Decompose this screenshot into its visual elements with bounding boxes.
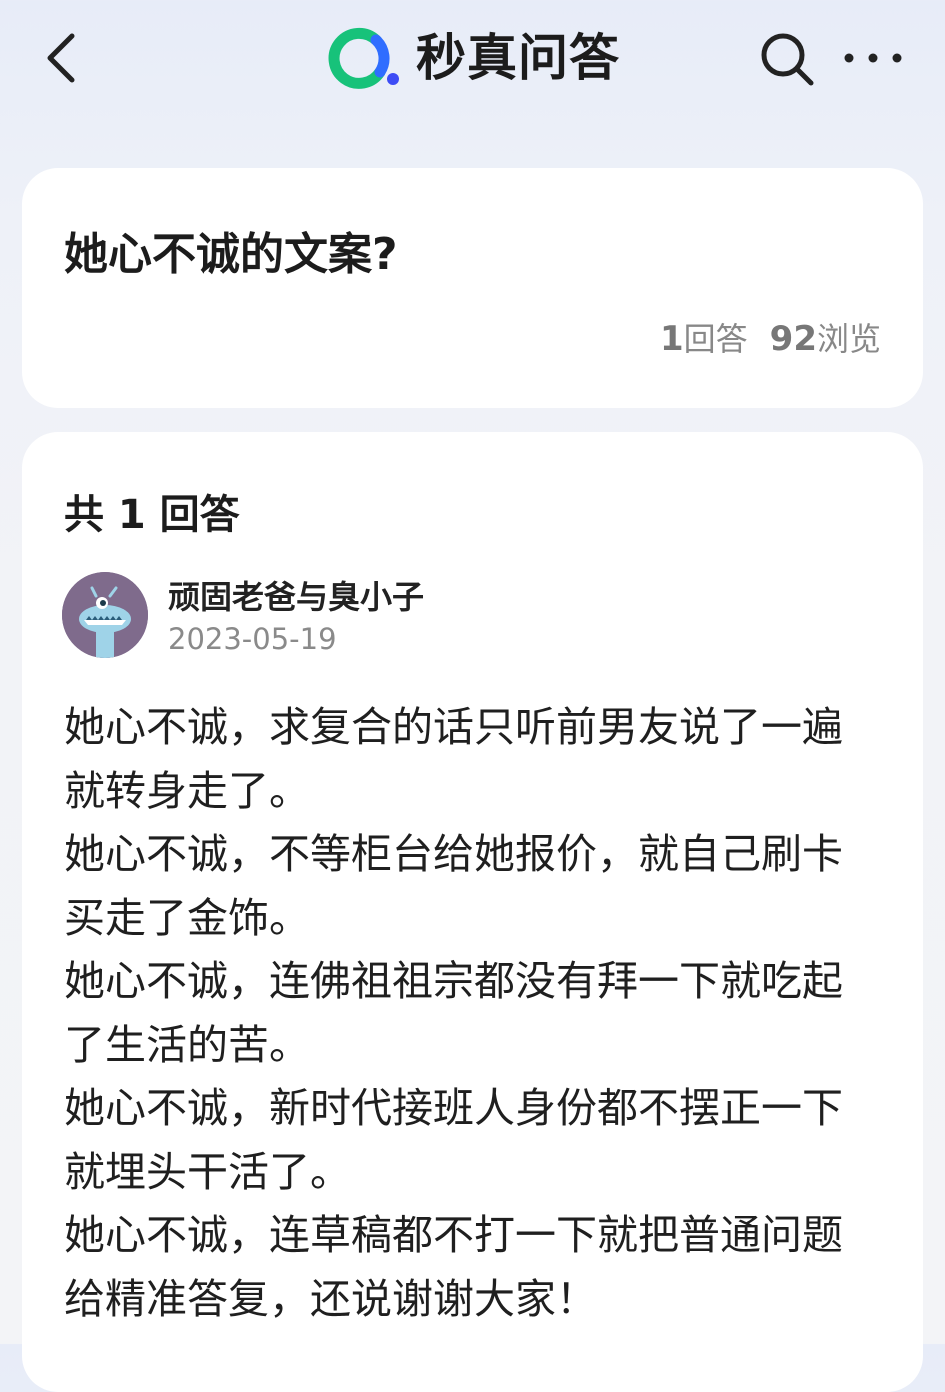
- answer-text-line: 买走了金饰。: [64, 893, 310, 942]
- answer-text-line: 她心不诚，求复合的话只听前男友说了一遍: [64, 703, 843, 751]
- answer-text-line: 她心不诚，连佛祖祖宗都没有拜一下就吃起: [64, 957, 843, 1005]
- answer-text-line: 就转身走了。: [64, 766, 310, 815]
- answer-count-label: 回答: [683, 320, 748, 358]
- answers-card: 共 1 回答 顽固老爸与臭小子 2023-05-19 她心不诚，求复合的话只听前…: [22, 432, 923, 1392]
- question-title: 她心不诚的文案?: [64, 229, 398, 280]
- question-card: 她心不诚的文案? 1回答 92浏览: [22, 168, 923, 408]
- answer-text-line: 她心不诚，不等柜台给她报价，就自己刷卡: [64, 830, 843, 878]
- top-navigation-bar: 秒真问答: [0, 0, 945, 120]
- author-name[interactable]: 顽固老爸与臭小子: [168, 572, 424, 618]
- back-button[interactable]: [36, 28, 92, 88]
- search-button[interactable]: [756, 28, 818, 90]
- answer-text-line: 给精准答复，还说谢谢大家！: [64, 1274, 597, 1323]
- answer-text-line: 她心不诚，新时代接班人身份都不摆正一下: [64, 1084, 843, 1132]
- question-stats: 1回答 92浏览: [660, 314, 881, 360]
- avatar[interactable]: [62, 572, 148, 658]
- search-icon: [761, 33, 814, 86]
- app-name: 秒真问答: [416, 29, 620, 87]
- more-dots-icon: [844, 53, 902, 63]
- monster-avatar-icon: [62, 572, 148, 658]
- answer-text-line: 就埋头干活了。: [64, 1147, 351, 1196]
- more-button[interactable]: [838, 36, 908, 80]
- chevron-left-icon: [47, 33, 75, 83]
- answer-body: 她心不诚，求复合的话只听前男友说了一遍 就转身走了。 她心不诚，不等柜台给她报价…: [64, 696, 884, 1331]
- answers-heading: 共 1 回答: [64, 492, 240, 538]
- view-count-label: 浏览: [816, 320, 881, 358]
- answer-date: 2023-05-19: [168, 622, 337, 656]
- app-logo: 秒真问答: [322, 26, 620, 90]
- answer-text-line: 了生活的苦。: [64, 1020, 310, 1069]
- view-count-value: 92: [769, 319, 817, 359]
- answer-count-value: 1: [659, 319, 684, 359]
- answer-text-line: 她心不诚，连草稿都不打一下就把普通问题: [64, 1211, 843, 1259]
- logo-mark-icon: [328, 27, 399, 89]
